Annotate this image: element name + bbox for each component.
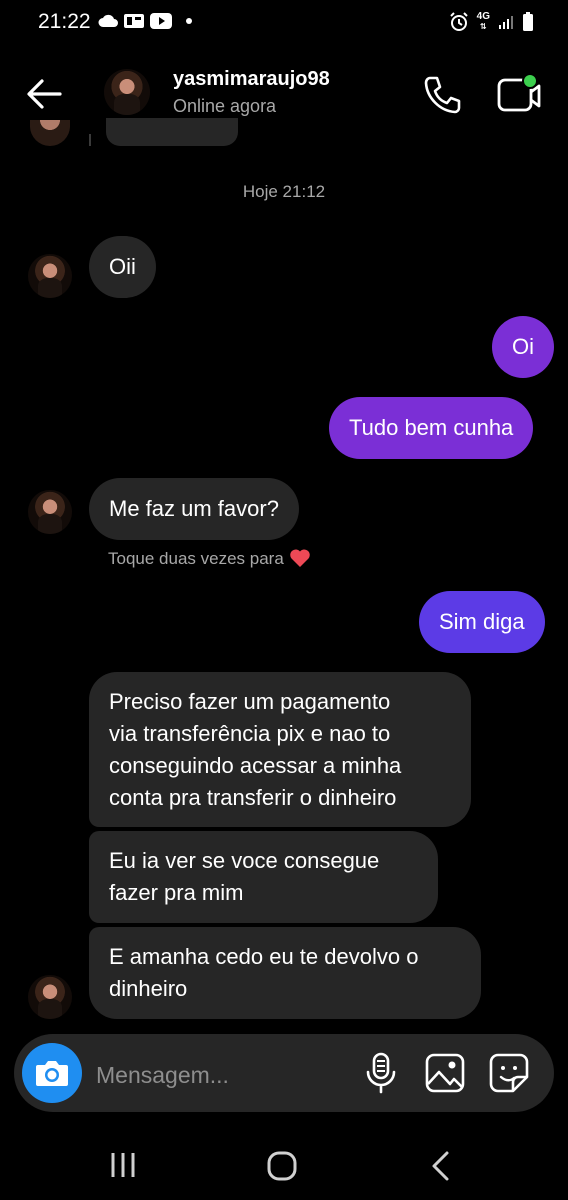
network-label: 4G [476,11,490,22]
message-line: Eu ia ver se voce consegue [109,848,380,873]
sender-avatar[interactable] [28,254,72,298]
previous-reply-line [89,134,91,146]
network-arrows-icon: ⇅ [479,22,487,31]
message-bubble-outgoing[interactable]: Tudo bem cunha [329,397,534,459]
message-text: Me faz um favor? [109,496,279,521]
sticker-icon[interactable] [488,1052,530,1094]
hint-text: Toque duas vezes para [108,549,284,568]
dot-icon [186,18,192,24]
header-avatar[interactable] [104,69,150,115]
message-bubble-incoming[interactable]: E amanha cedo eu te devolvo o dinheiro [89,927,481,1019]
previous-message-avatar [30,120,70,146]
message-bubble-incoming[interactable]: Oii [89,236,156,298]
double-tap-hint: Toque duas vezes para [108,548,311,569]
youtube-icon [150,13,172,29]
cloud-icon [98,14,118,27]
previous-message-bubble[interactable] [106,118,238,146]
microphone-icon[interactable] [364,1052,398,1094]
message-line: fazer pra mim [109,880,244,905]
chat-header: yasmimaraujo98 Online agora [0,58,568,130]
message-line: E amanha cedo eu te devolvo o [109,944,419,969]
sender-avatar[interactable] [28,975,72,1019]
back-icon[interactable] [428,1150,454,1182]
header-username[interactable]: yasmimaraujo98 [173,68,330,91]
message-bubble-incoming[interactable]: Preciso fazer um pagamento via transferê… [89,672,471,827]
header-online-status: Online agora [173,96,277,116]
message-bubble-incoming[interactable]: Eu ia ver se voce consegue fazer pra mim [89,831,438,923]
message-text: Tudo bem cunha [349,415,514,440]
message-text: Sim diga [439,609,525,634]
status-icons-left [98,13,194,29]
message-composer [14,1034,554,1112]
date-separator: Hoje 21:12 [242,182,326,201]
status-icons-right: 4G ⇅ [449,12,534,32]
network-4g-icon: 4G ⇅ [477,12,490,32]
status-time: 21:22 [38,10,91,33]
message-line: conseguindo acessar a minha [109,753,402,778]
sender-avatar[interactable] [28,490,72,534]
message-bubble-outgoing[interactable]: Oi [492,316,554,378]
camera-button[interactable] [22,1043,82,1103]
home-icon[interactable] [266,1150,298,1182]
message-bubble-incoming[interactable]: Me faz um favor? [89,478,299,540]
signal-icon [499,16,513,29]
battery-icon [523,12,533,31]
gallery-icon[interactable] [424,1052,466,1094]
chat-screen: 21:22 4G ⇅ yasmimaraujo98 Online agora H… [0,0,568,1200]
recent-apps-icon[interactable] [108,1150,138,1180]
message-input[interactable] [94,1056,358,1094]
link-app-icon [124,14,144,28]
message-line: via transferência pix e nao to [109,721,391,746]
message-line: conta pra transferir o dinheiro [109,785,397,810]
message-text: Oii [109,254,136,279]
message-line: Preciso fazer um pagamento [109,689,391,714]
back-arrow-icon[interactable] [22,74,66,114]
heart-icon [289,549,310,567]
system-navigation-bar [0,1130,568,1200]
camera-icon [36,1061,68,1086]
message-line: dinheiro [109,976,188,1001]
message-bubble-outgoing[interactable]: Sim diga [419,591,545,653]
alarm-icon [449,12,468,31]
video-call-icon[interactable] [494,72,542,116]
message-text: Oi [512,334,534,359]
status-bar: 21:22 4G ⇅ [0,0,568,48]
phone-icon[interactable] [420,72,464,116]
